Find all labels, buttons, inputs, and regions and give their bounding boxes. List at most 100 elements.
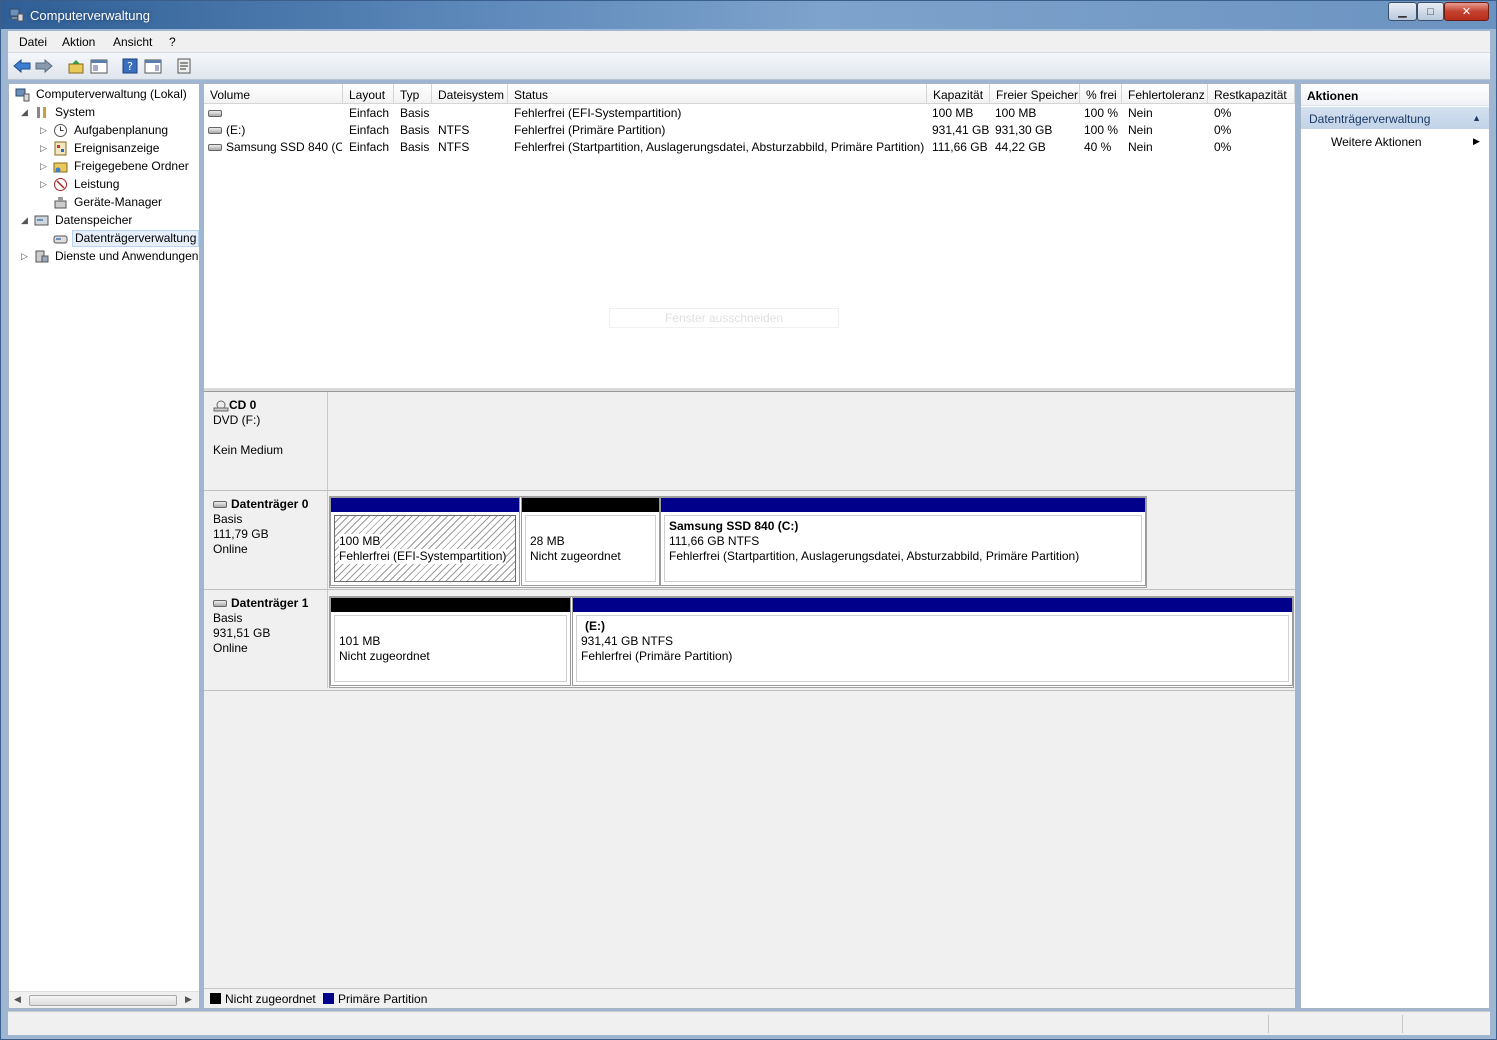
legend-unallocated-label: Nicht zugeordnet (225, 992, 316, 1006)
expand-icon[interactable]: ▷ (21, 248, 31, 265)
menu-ansicht[interactable]: Ansicht (113, 35, 152, 49)
actions-pane: Aktionen Datenträgerverwaltung ▲ Weitere… (1300, 83, 1490, 1009)
cell-kapazitaet: 111,66 GB (932, 140, 988, 154)
properties-button[interactable] (174, 57, 194, 75)
tree-item-dienste-und-anwendungen[interactable]: ▷ Dienste und Anwendungen (13, 248, 199, 265)
show-hide-tree-button[interactable] (89, 57, 109, 75)
partition-size: 111,66 GB NTFS (669, 534, 760, 548)
services-icon (35, 250, 49, 263)
disk-info-cd0[interactable]: CD 0 DVD (F:) Kein Medium (204, 392, 328, 490)
tree-horizontal-scrollbar[interactable]: ◀ ▶ (9, 991, 199, 1008)
tree-item-system[interactable]: ◢ System (13, 104, 199, 121)
menu-bar: Datei Aktion Ansicht ? (8, 31, 1490, 53)
cell-freier-speicher: 931,30 GB (995, 123, 1053, 137)
up-button[interactable] (66, 57, 86, 75)
cell-prozent-frei: 100 % (1084, 123, 1119, 137)
cell-prozent-frei: 40 % (1084, 140, 1112, 154)
disk-size: 111,79 GB (213, 527, 269, 541)
expand-icon[interactable]: ▷ (40, 176, 50, 193)
status-divider (1268, 1015, 1269, 1033)
menu-aktion[interactable]: Aktion (62, 35, 95, 49)
collapse-icon[interactable]: ◢ (21, 212, 31, 229)
scroll-right-icon[interactable]: ▶ (185, 994, 192, 1005)
window-title: Computerverwaltung (30, 8, 150, 23)
device-manager-icon (54, 197, 67, 209)
status-divider (1402, 1015, 1403, 1033)
volume-list: Volume Layout Typ Dateisystem Status Kap… (204, 84, 1295, 390)
help-button[interactable]: ? (120, 57, 140, 75)
show-hide-action-pane-button[interactable] (143, 57, 163, 75)
col-prozent-frei[interactable]: % frei (1080, 84, 1122, 104)
expand-icon[interactable]: ▷ (40, 122, 50, 139)
tree-item-ereignisanzeige[interactable]: ▷ Ereignisanzeige (13, 140, 199, 157)
col-typ[interactable]: Typ (394, 84, 432, 104)
disk-graphical-view: CD 0 DVD (F:) Kein Medium Datenträger 0 … (204, 392, 1295, 988)
close-icon: ✕ (1461, 6, 1472, 18)
forward-button[interactable] (34, 57, 54, 75)
partition-unallocated-101mb[interactable]: 101 MB Nicht zugeordnet (330, 597, 571, 686)
partition-c[interactable]: Samsung SSD 840 (C:) 111,66 GB NTFS Fehl… (660, 497, 1146, 586)
col-fehlertoleranz[interactable]: Fehlertoleranz (1122, 84, 1208, 104)
partition-e[interactable]: (E:) 931,41 GB NTFS Fehlerfrei (Primäre … (572, 597, 1293, 686)
tree-item-geraete-manager[interactable]: Geräte-Manager (13, 194, 199, 211)
disk-info-disk1[interactable]: Datenträger 1 Basis 931,51 GB Online (204, 590, 328, 688)
col-volume[interactable]: Volume (204, 84, 343, 104)
cell-status: Fehlerfrei (Primäre Partition) (514, 123, 666, 137)
cell-restkapazitaet: 0% (1214, 106, 1232, 120)
tree-label-leistung: Leistung (74, 177, 120, 191)
tree-item-datenspeicher[interactable]: ◢ Datenspeicher (13, 212, 199, 229)
show-hide-tree-icon (90, 59, 108, 73)
title-bar[interactable]: Computerverwaltung ▁ □ ✕ (1, 1, 1496, 29)
computer-management-icon (9, 8, 24, 22)
submenu-arrow-icon[interactable]: ▶ (1473, 136, 1480, 147)
disk-icon (213, 501, 227, 509)
disk-icon (208, 144, 222, 152)
collapse-up-icon[interactable]: ▲ (1472, 113, 1481, 123)
expand-icon[interactable]: ▷ (40, 158, 50, 175)
scroll-thumb[interactable] (29, 995, 177, 1006)
minimize-button[interactable]: ▁ (1388, 2, 1417, 21)
tree-item-freigegebene-ordner[interactable]: ▷ Freigegebene Ordner (13, 158, 199, 175)
col-status[interactable]: Status (508, 84, 927, 104)
tree-label-dienste: Dienste und Anwendungen (55, 249, 199, 263)
cell-status: Fehlerfrei (EFI-Systempartition) (514, 106, 682, 120)
cell-volume (208, 105, 342, 122)
col-freier-speicher[interactable]: Freier Speicher (990, 84, 1080, 104)
back-button[interactable] (12, 57, 32, 75)
expand-icon[interactable]: ▷ (40, 140, 50, 157)
tree-item-datentraegerverwaltung[interactable]: Datenträgerverwaltung (13, 230, 199, 247)
col-restkapazitaet[interactable]: Restkapazität (1208, 84, 1295, 104)
tree-item-leistung[interactable]: ▷ Leistung (13, 176, 199, 193)
partition-unallocated-28mb[interactable]: 28 MB Nicht zugeordnet (521, 497, 660, 586)
cell-restkapazitaet: 0% (1214, 123, 1232, 137)
up-folder-icon (68, 59, 84, 73)
tree-item-aufgabenplanung[interactable]: ▷ Aufgabenplanung (13, 122, 199, 139)
menu-help[interactable]: ? (169, 35, 176, 49)
partition-title: (E:) (585, 619, 605, 633)
disk-row-separator (204, 490, 1295, 491)
disk-info-disk0[interactable]: Datenträger 0 Basis 111,79 GB Online (204, 491, 328, 589)
disk-drive-label: DVD (F:) (213, 413, 261, 427)
disk-icon (208, 127, 222, 135)
partition-efi[interactable]: 100 MB Fehlerfrei (EFI-Systempartition) (330, 497, 520, 586)
col-layout[interactable]: Layout (343, 84, 394, 104)
actions-section-datentraegerverwaltung[interactable]: Datenträgerverwaltung ▲ (1301, 107, 1489, 129)
weitere-aktionen-item[interactable]: Weitere Aktionen (1331, 135, 1422, 149)
ghost-tooltip: Fenster ausschneiden (609, 308, 839, 328)
clock-icon (54, 124, 67, 137)
col-dateisystem[interactable]: Dateisystem (432, 84, 508, 104)
disk-size: 931,51 GB (213, 626, 271, 640)
performance-icon (54, 178, 67, 191)
tree-item-root[interactable]: Computerverwaltung (Lokal) (13, 86, 199, 103)
main-window: Computerverwaltung ▁ □ ✕ Datei Aktion An… (0, 0, 1497, 1040)
close-button[interactable]: ✕ (1444, 2, 1489, 21)
cell-kapazitaet: 931,41 GB (932, 123, 990, 137)
cell-volume: (E:) (208, 122, 342, 139)
menu-datei[interactable]: Datei (19, 35, 47, 49)
partition-status: Fehlerfrei (Startpartition, Auslagerungs… (669, 549, 1080, 563)
collapse-icon[interactable]: ◢ (21, 104, 31, 121)
scroll-left-icon[interactable]: ◀ (14, 994, 21, 1005)
col-kapazitaet[interactable]: Kapazität (927, 84, 990, 104)
partition-status: Nicht zugeordnet (339, 649, 430, 663)
maximize-button[interactable]: □ (1417, 2, 1444, 21)
